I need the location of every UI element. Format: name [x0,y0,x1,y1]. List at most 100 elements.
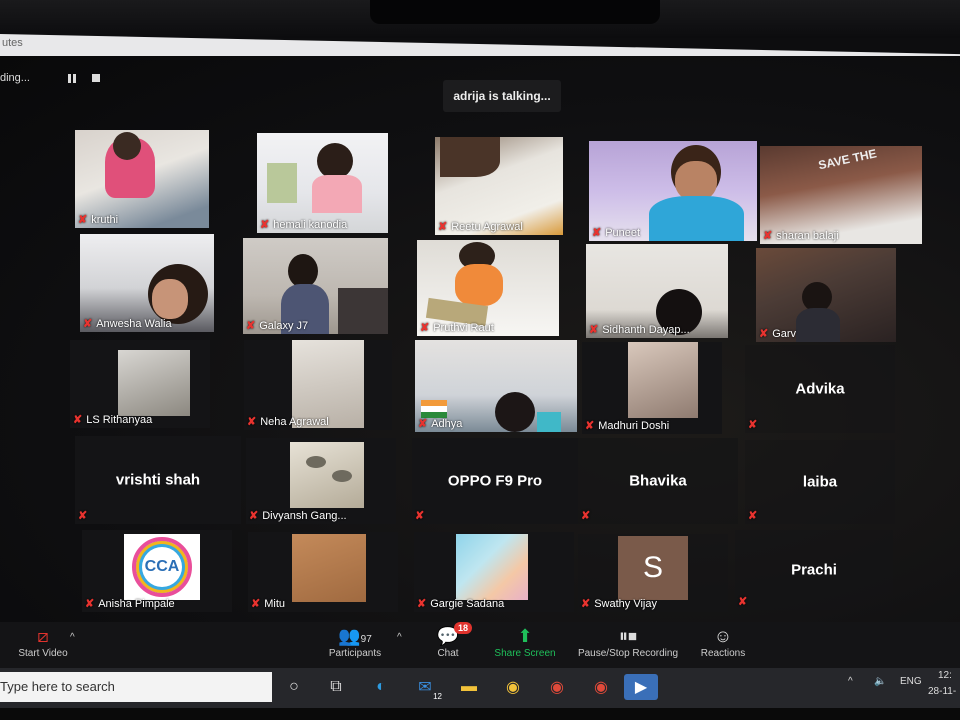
mail-badge: 12 [433,692,442,701]
mic-muted-icon: ✘ [415,510,425,522]
participants-count: 97 [360,634,372,645]
participant-tile[interactable]: vrishti shah ✘ [75,436,241,524]
volume-icon[interactable]: 🔈 [874,676,886,687]
share-screen-button[interactable]: ⬆ Share Screen [492,626,558,659]
participant-name-tag: ✘ Neha Agrawal [247,415,329,429]
mic-muted-icon: ✘ [247,416,257,428]
pause-recording-icon[interactable] [67,73,76,83]
pause-stop-icon: ⏸⏹ [619,626,637,646]
reactions-button[interactable]: ☺ Reactions [695,626,751,659]
meeting-toolbar [0,622,960,670]
mic-muted-icon: ✘ [78,510,88,522]
chat-button[interactable]: 💬 18 Chat [432,622,472,659]
participant-name-tag: ✘ Reetu Agrawal [438,220,523,234]
avatar: CCA [124,534,200,600]
mic-muted-icon: ✘ [417,598,427,610]
participant-tile[interactable]: ✘ Madhuri Doshi [582,342,722,434]
stop-recording-icon[interactable] [91,73,100,82]
participant-tile[interactable]: laiba ✘ [745,440,895,524]
active-speaker-indicator: adrija is talking... [443,80,561,112]
chrome-icon[interactable]: ◉ [588,674,614,700]
participant-name-tag: ✘ Anwesha Walia [83,317,172,331]
participant-tile[interactable]: ✘ Gargie Sadana [414,532,574,612]
participant-name-center: Advika [795,380,845,398]
task-view-icon[interactable]: ⧉ [323,674,349,700]
participant-tile[interactable]: ✘ Reetu Agrawal [435,137,563,235]
participant-tile[interactable]: ✘ LS Rithanyaa [70,340,210,428]
participant-name-center: laiba [802,473,838,491]
participant-name-tag: ✘ Adhya [418,417,463,431]
recording-status: ding... [0,72,100,84]
edge-browser-icon[interactable]: ◐ [368,674,394,700]
participant-tile[interactable]: SAVE THE ✘ sharan balaji [760,146,922,244]
participant-tile[interactable]: S ✘ Swathy Vijay [578,534,728,612]
participant-tile[interactable]: ✘ Neha Agrawal [244,340,392,430]
participants-options-caret[interactable]: ^ [397,632,402,643]
participant-tile[interactable]: ✘ Mitu [248,532,398,612]
participant-name-tag: ✘ Pruthvi Raut [420,321,494,335]
chat-unread-badge: 18 [453,622,472,634]
video-options-caret[interactable]: ^ [70,632,75,643]
chrome-icon[interactable]: ◉ [544,674,570,700]
chrome-icon[interactable]: ◉ [500,674,526,700]
window-title: utes [2,37,23,49]
monitor-bezel-top [0,0,960,38]
participant-tile[interactable]: OPPO F9 Pro ✘ [412,438,578,524]
participant-name-center: OPPO F9 Pro [447,472,543,490]
participants-label: Participants [328,648,382,659]
tray-chevron-up-icon[interactable]: ^ [848,676,853,687]
start-video-button[interactable]: ⧄ Start Video [10,626,76,659]
mic-muted-icon: ✘ [438,221,448,233]
mic-muted-icon: ✘ [759,328,769,340]
participant-tile[interactable]: Bhavika ✘ [578,438,738,524]
pause-stop-recording-button[interactable]: ⏸⏹ Pause/Stop Recording [572,626,684,659]
participant-tile[interactable]: CCA ✘ Anisha Pimpale [82,530,232,612]
mic-muted-icon: ✘ [585,420,595,432]
participant-tile[interactable]: ✘ Garv [756,248,896,342]
participant-name-tag: ✘ Galaxy J7 [246,319,309,333]
mic-muted-icon: ✘ [249,510,259,522]
clock-time[interactable]: 12: [938,670,952,681]
avatar-text: CCA [144,558,180,575]
participant-tile[interactable]: ✘ Divyansh Gang... [246,438,396,524]
mail-icon[interactable]: ✉ 12 [412,674,442,701]
mic-muted-icon: ✘ [748,510,758,522]
participants-icon: 👥97 [338,626,372,646]
participant-tile[interactable]: ✘ Anwesha Walia [80,234,214,332]
participant-name-tag: ✘ Madhuri Doshi [585,419,670,433]
recording-status-label: ding... [0,72,30,84]
language-indicator[interactable]: ENG [900,676,922,687]
mic-muted-icon: ✘ [260,219,270,231]
participants-button[interactable]: 👥97 Participants [322,626,388,659]
mic-muted-icon: ✘ [581,510,591,522]
share-screen-label: Share Screen [494,648,556,659]
taskbar-search-input[interactable]: Type here to search [0,672,272,702]
participant-tile[interactable]: ✘ Puneet [589,141,757,241]
cortana-icon[interactable]: ○ [281,674,307,700]
participant-tile[interactable]: ✘ kruthi [75,130,209,228]
avatar: S [618,536,688,600]
zoom-app-icon[interactable]: ▶ [624,674,658,700]
participant-tile[interactable]: ✘ Sidhanth Dayap... [586,244,728,338]
participant-name-tag: ✘ hemali kanodia [260,218,348,232]
participant-name-tag: ✘ kruthi [78,213,119,227]
participant-name-tag: ✘ [748,418,757,431]
webcam-housing [370,0,660,24]
start-video-label: Start Video [18,648,68,659]
mic-muted-icon: ✘ [85,598,95,610]
participant-tile[interactable]: ✘ Pruthvi Raut [417,240,559,336]
participant-tile[interactable]: Advika ✘ [745,345,895,433]
participant-tile[interactable]: ✘ hemali kanodia [257,133,388,233]
participant-name-tag: ✘ Gargie Sadana [417,597,505,611]
participant-tile[interactable]: ✘ Adhya [415,340,577,432]
mic-muted-icon: ✘ [246,320,256,332]
mic-muted-icon: ✘ [73,414,83,426]
participant-tile[interactable]: ✘ Galaxy J7 [243,238,388,334]
clock-date[interactable]: 28-11- [928,686,956,697]
chevron-up-icon: ^ [70,632,75,643]
file-explorer-icon[interactable]: ▬ [456,674,482,700]
mic-muted-icon: ✘ [738,596,748,608]
mic-muted-icon: ✘ [589,324,599,336]
participant-tile[interactable]: Prachi ✘ [735,530,893,610]
participant-name-tag: ✘ sharan balaji [763,229,839,243]
